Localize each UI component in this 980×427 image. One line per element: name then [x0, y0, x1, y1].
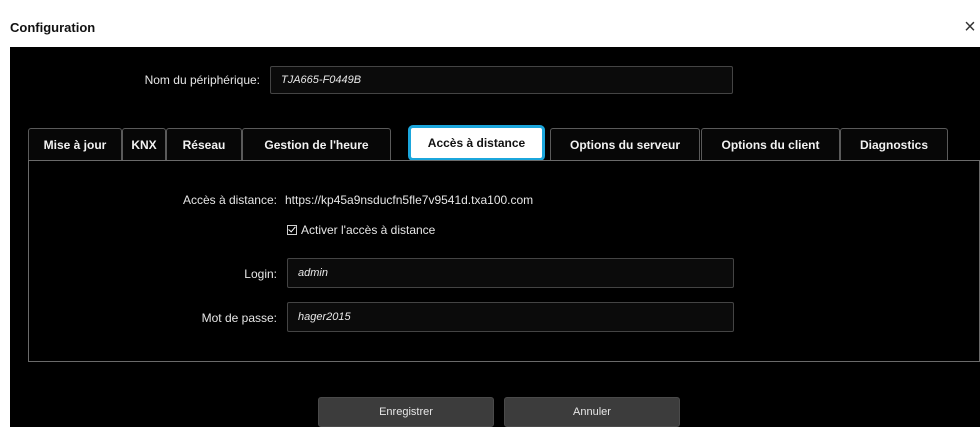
configuration-dialog: Configuration × Nom du périphérique: TJA… — [10, 10, 980, 427]
login-field[interactable]: admin — [287, 258, 734, 288]
password-field[interactable]: hager2015 — [287, 302, 734, 332]
tab-options-serveur[interactable]: Options du serveur — [550, 128, 700, 160]
enable-remote-access-checkbox[interactable]: Activer l'accès à distance — [287, 223, 435, 237]
close-icon[interactable]: × — [960, 17, 980, 38]
tab-knx[interactable]: KNX — [122, 128, 166, 160]
cancel-button[interactable]: Annuler — [504, 397, 680, 427]
tab-reseau[interactable]: Réseau — [166, 128, 242, 160]
password-value: hager2015 — [298, 311, 351, 323]
login-value: admin — [298, 267, 328, 279]
tab-label: Gestion de l'heure — [264, 137, 369, 152]
tab-label: Réseau — [182, 137, 226, 152]
device-name-field[interactable]: TJA665-F0449B — [270, 66, 733, 94]
remote-access-url: https://kp45a9nsducfn5fle7v9541d.txa100.… — [285, 193, 534, 207]
login-label: Login: — [244, 267, 277, 281]
dialog-title: Configuration — [10, 20, 96, 35]
enable-remote-access-label: Activer l'accès à distance — [301, 223, 436, 237]
tab-label: Options du client — [721, 137, 820, 152]
tab-diagnostics[interactable]: Diagnostics — [840, 128, 948, 160]
tab-label: Accès à distance — [427, 136, 526, 150]
tab-label: Options du serveur — [569, 137, 681, 152]
tab-label: KNX — [131, 137, 157, 152]
remote-access-panel: Accès à distance: https://kp45a9nsducfn5… — [28, 160, 980, 362]
tab-acces-a-distance[interactable]: Accès à distance — [408, 125, 545, 161]
title-bar: Configuration × — [10, 10, 980, 47]
password-label: Mot de passe: — [201, 311, 277, 325]
tab-label: Diagnostics — [859, 137, 928, 152]
checkbox-checked-icon[interactable] — [287, 225, 297, 235]
tab-options-client[interactable]: Options du client — [701, 128, 840, 160]
tab-mise-a-jour[interactable]: Mise à jour — [28, 128, 122, 160]
dialog-body: Nom du périphérique: TJA665-F0449B Mise … — [10, 47, 980, 427]
tab-label: Mise à jour — [43, 137, 107, 152]
device-name-label: Nom du périphérique: — [144, 73, 260, 87]
device-name-value: TJA665-F0449B — [281, 74, 362, 86]
remote-access-label: Accès à distance: — [182, 193, 277, 207]
tab-gestion-heure[interactable]: Gestion de l'heure — [242, 128, 391, 160]
save-button[interactable]: Enregistrer — [318, 397, 494, 427]
